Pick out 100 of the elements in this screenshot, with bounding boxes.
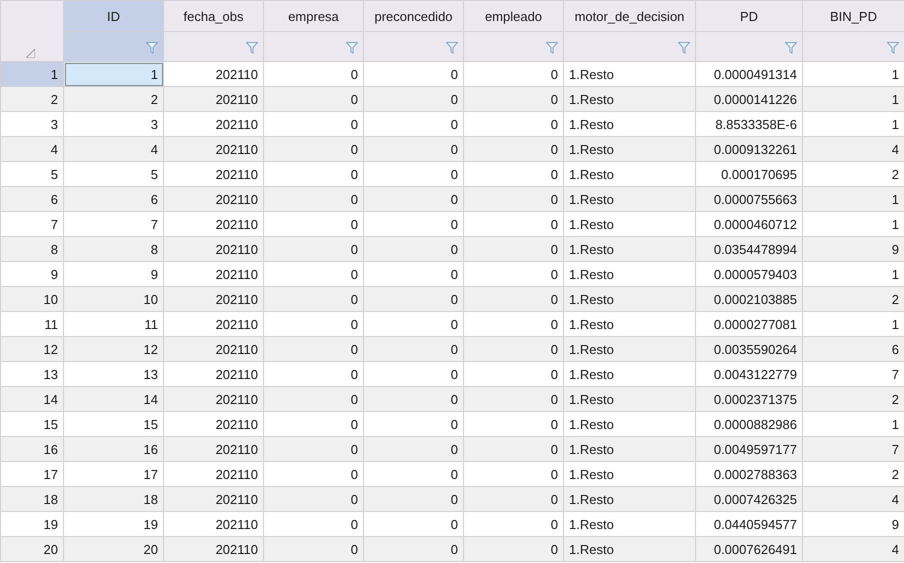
table-cell: 18 xyxy=(64,486,164,512)
table-cell: 0 xyxy=(464,136,564,162)
table-cell: 0.0002371375 xyxy=(696,386,802,412)
table-cell: 0 xyxy=(264,86,364,112)
table-cell: 4 xyxy=(802,136,904,162)
table-cell: 0 xyxy=(464,436,564,462)
table-cell: 1 xyxy=(802,186,904,212)
filter-icon[interactable] xyxy=(346,42,358,54)
row-header[interactable]: 15 xyxy=(0,412,64,436)
table-cell: 0 xyxy=(464,236,564,262)
row-header[interactable]: 5 xyxy=(0,162,64,186)
table-cell: 1.Resto xyxy=(564,136,696,162)
table-cell: 1 xyxy=(64,62,164,86)
table-cell: 1.Resto xyxy=(564,336,696,362)
table-cell: 0 xyxy=(464,86,564,112)
column-header[interactable]: ID xyxy=(64,0,164,32)
table-cell: 0.0007626491 xyxy=(696,536,802,562)
table-cell: 202110 xyxy=(164,136,264,162)
table-cell: 0.0049597177 xyxy=(696,436,802,462)
filter-icon[interactable] xyxy=(246,42,258,54)
table-cell: 0 xyxy=(264,336,364,362)
row-header[interactable]: 19 xyxy=(0,512,64,536)
table-cell: 202110 xyxy=(164,86,264,112)
row-header[interactable]: 16 xyxy=(0,436,64,462)
table-cell: 0.0002103885 xyxy=(696,286,802,312)
table-cell: 0.0007426325 xyxy=(696,486,802,512)
table-cell: 0 xyxy=(264,236,364,262)
table-cell: 0 xyxy=(364,186,464,212)
row-header[interactable]: 8 xyxy=(0,236,64,262)
table-cell: 0 xyxy=(364,386,464,412)
filter-icon[interactable] xyxy=(887,42,899,54)
table-cell: 202110 xyxy=(164,386,264,412)
column-header[interactable]: BIN_PD xyxy=(802,0,904,32)
table-cell: 2 xyxy=(64,86,164,112)
table-cell: 8 xyxy=(64,236,164,262)
filter-icon[interactable] xyxy=(446,42,458,54)
table-cell: 14 xyxy=(64,386,164,412)
row-header[interactable]: 7 xyxy=(0,212,64,236)
corner-icon[interactable] xyxy=(26,49,34,58)
table-cell: 20 xyxy=(64,536,164,562)
row-header[interactable]: 3 xyxy=(0,112,64,136)
table-cell: 0.0000755663 xyxy=(696,186,802,212)
table-cell: 6 xyxy=(802,336,904,362)
filter-icon[interactable] xyxy=(678,42,690,54)
filter-icon[interactable] xyxy=(546,42,558,54)
column-header[interactable]: PD xyxy=(696,0,802,32)
table-cell: 0.0000141226 xyxy=(696,86,802,112)
table-cell: 0 xyxy=(264,286,364,312)
column-header[interactable]: motor_de_decision xyxy=(564,0,696,32)
table-cell: 2 xyxy=(802,386,904,412)
column-header[interactable]: empleado xyxy=(464,0,564,32)
row-header[interactable]: 12 xyxy=(0,336,64,362)
table-cell: 1.Resto xyxy=(564,186,696,212)
table-cell: 0 xyxy=(364,436,464,462)
table-cell: 1.Resto xyxy=(564,86,696,112)
row-header[interactable]: 14 xyxy=(0,386,64,412)
column-header[interactable]: empresa xyxy=(264,0,364,32)
table-cell: 1.Resto xyxy=(564,436,696,462)
table-cell: 0 xyxy=(464,186,564,212)
filter-icon[interactable] xyxy=(785,42,797,54)
table-cell: 9 xyxy=(802,236,904,262)
table-cell: 1.Resto xyxy=(564,386,696,412)
table-cell: 0 xyxy=(364,286,464,312)
table-cell: 202110 xyxy=(164,286,264,312)
table-cell: 0 xyxy=(464,336,564,362)
row-header[interactable]: 4 xyxy=(0,136,64,162)
table-cell: 0 xyxy=(464,536,564,562)
table-cell: 16 xyxy=(64,436,164,462)
row-header[interactable]: 18 xyxy=(0,486,64,512)
column-header[interactable]: preconcedido xyxy=(364,0,464,32)
table-cell: 0 xyxy=(364,136,464,162)
row-header[interactable]: 9 xyxy=(0,262,64,286)
table-cell: 0.0035590264 xyxy=(696,336,802,362)
column-header[interactable]: fecha_obs xyxy=(164,0,264,32)
row-header[interactable]: 13 xyxy=(0,362,64,386)
table-cell: 0 xyxy=(264,436,364,462)
table-cell: 0 xyxy=(364,236,464,262)
table-cell: 0 xyxy=(364,86,464,112)
table-cell: 1.Resto xyxy=(564,236,696,262)
table-cell: 1 xyxy=(802,86,904,112)
table-cell: 4 xyxy=(802,536,904,562)
table-cell: 202110 xyxy=(164,336,264,362)
row-header[interactable]: 10 xyxy=(0,286,64,312)
row-header[interactable]: 2 xyxy=(0,86,64,112)
table-cell: 0 xyxy=(464,286,564,312)
row-header[interactable]: 17 xyxy=(0,462,64,486)
table-cell: 0.0009132261 xyxy=(696,136,802,162)
table-cell: 10 xyxy=(64,286,164,312)
row-header[interactable]: 20 xyxy=(0,536,64,562)
table-cell: 202110 xyxy=(164,436,264,462)
table-cell: 0 xyxy=(264,136,364,162)
table-cell: 0 xyxy=(264,536,364,562)
table-cell: 4 xyxy=(802,486,904,512)
row-header[interactable]: 1 xyxy=(0,62,64,86)
filter-icon[interactable] xyxy=(146,42,158,54)
table-cell: 2 xyxy=(802,286,904,312)
table-cell: 0 xyxy=(364,536,464,562)
row-header[interactable]: 6 xyxy=(0,186,64,212)
row-header[interactable]: 11 xyxy=(0,312,64,336)
table-cell: 1.Resto xyxy=(564,286,696,312)
